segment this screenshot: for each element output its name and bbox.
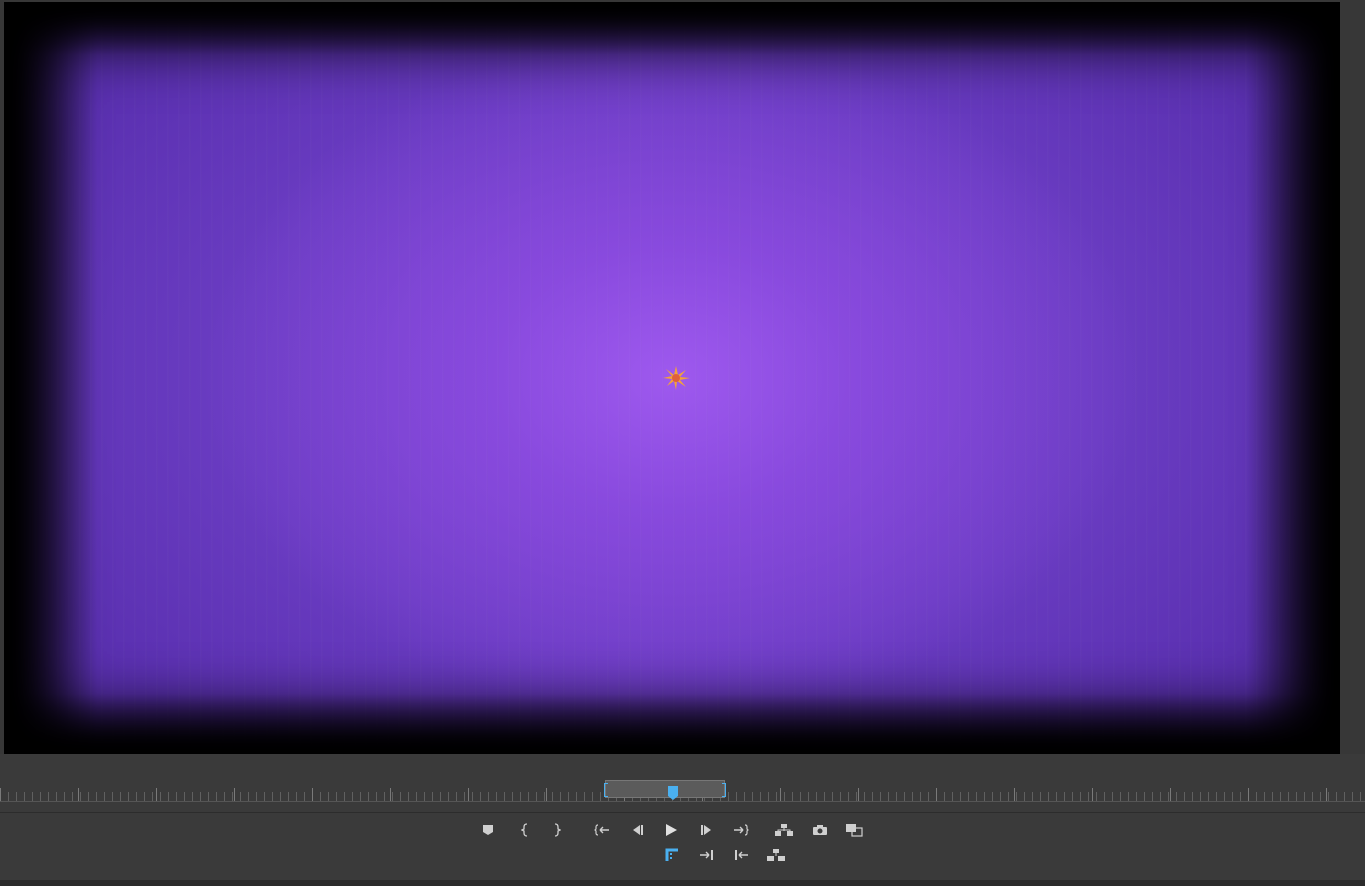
- playhead[interactable]: [668, 786, 678, 800]
- zoom-handle-left[interactable]: [604, 783, 608, 797]
- step-back-button[interactable]: [627, 820, 647, 840]
- transport-controls: [0, 814, 1365, 880]
- mark-out-icon: [554, 823, 561, 837]
- mark-in-icon: [521, 823, 528, 837]
- go-to-out-icon: [734, 824, 749, 836]
- export-frame-icon: [813, 825, 827, 835]
- insert-button[interactable]: [697, 845, 717, 865]
- zoom-scroll-bar[interactable]: [604, 780, 726, 798]
- program-monitor: [0, 0, 1365, 754]
- step-forward-button[interactable]: [697, 820, 717, 840]
- step-back-icon: [633, 825, 643, 835]
- go-to-out-button[interactable]: [731, 820, 751, 840]
- zoom-handle-right[interactable]: [722, 783, 726, 797]
- comparison-view-icon: [846, 824, 863, 837]
- mark-in-button[interactable]: [515, 820, 535, 840]
- overwrite-icon: [735, 850, 748, 860]
- extract-icon: [767, 849, 785, 861]
- play-button[interactable]: [661, 820, 681, 840]
- export-frame-button[interactable]: [810, 820, 830, 840]
- video-preview[interactable]: [4, 2, 1340, 754]
- add-marker-icon: [483, 825, 493, 835]
- lift-button[interactable]: [774, 820, 794, 840]
- mark-out-button[interactable]: [547, 820, 567, 840]
- overwrite-button[interactable]: [731, 845, 751, 865]
- trim-button[interactable]: [662, 845, 682, 865]
- timeline-ruler-area[interactable]: [0, 754, 1365, 814]
- extract-button[interactable]: [766, 845, 786, 865]
- play-icon: [666, 824, 677, 836]
- controls-divider: [0, 812, 1365, 813]
- go-to-in-icon: [594, 824, 609, 836]
- particle-burst-icon: [663, 366, 690, 390]
- go-to-in-button[interactable]: [592, 820, 612, 840]
- trim-icon: [665, 848, 678, 861]
- step-forward-icon: [701, 825, 711, 835]
- comparison-view-button[interactable]: [844, 820, 864, 840]
- time-ruler-baseline: [0, 801, 1365, 802]
- lift-icon: [775, 824, 793, 836]
- add-marker-button[interactable]: [478, 820, 498, 840]
- panel-bottom-edge: [0, 880, 1365, 886]
- insert-icon: [700, 850, 713, 860]
